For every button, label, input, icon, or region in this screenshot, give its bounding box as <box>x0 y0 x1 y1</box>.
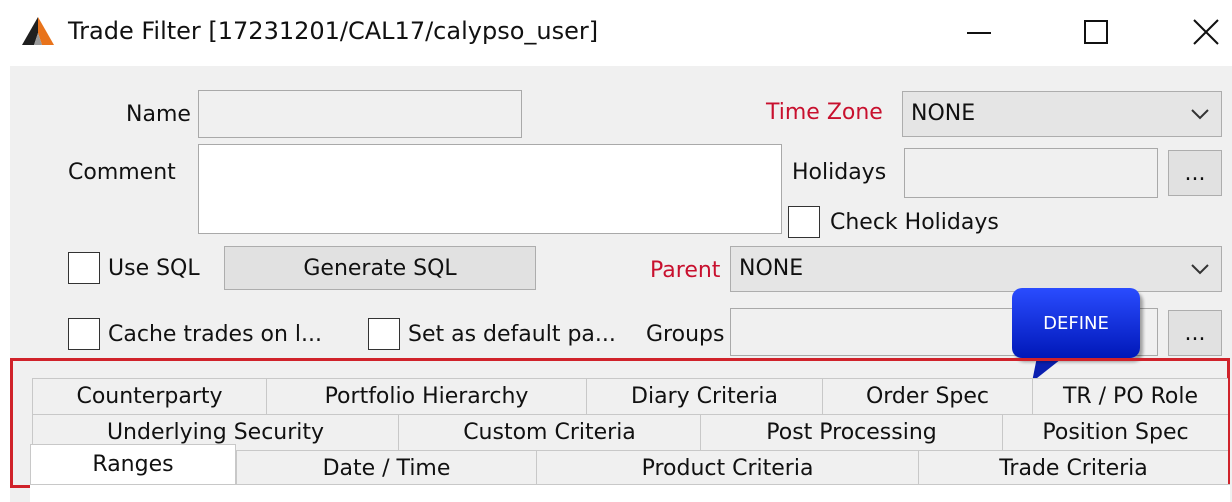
tab-portfolio-hierarchy[interactable]: Portfolio Hierarchy <box>266 378 586 414</box>
window-title: Trade Filter [17231201/CAL17/calypso_use… <box>68 17 599 45</box>
tab-ranges[interactable]: Ranges <box>30 444 236 484</box>
comment-textarea[interactable] <box>198 144 782 234</box>
use-sql-label: Use SQL <box>108 256 200 281</box>
holidays-browse-button[interactable]: ... <box>1168 150 1222 196</box>
groups-label: Groups <box>646 322 725 347</box>
cache-trades-label: Cache trades on l... <box>108 322 323 347</box>
holidays-label: Holidays <box>792 160 887 185</box>
close-button[interactable] <box>1180 8 1232 56</box>
parent-value: NONE <box>739 256 804 281</box>
minimize-icon <box>967 32 991 34</box>
define-callout: DEFINE <box>1012 288 1140 358</box>
maximize-icon <box>1084 20 1108 44</box>
tab-date-time[interactable]: Date / Time <box>236 450 536 486</box>
parent-label: Parent <box>650 258 721 283</box>
name-label: Name <box>126 102 191 127</box>
use-sql-checkbox[interactable] <box>68 252 100 284</box>
tab-trade-criteria[interactable]: Trade Criteria <box>918 450 1228 486</box>
comment-label: Comment <box>68 160 176 185</box>
tab-position-spec[interactable]: Position Spec <box>1002 414 1228 450</box>
generate-sql-button[interactable]: Generate SQL <box>224 246 536 290</box>
tab-post-processing[interactable]: Post Processing <box>700 414 1002 450</box>
set-default-label: Set as default pa... <box>408 322 616 347</box>
cache-trades-checkbox[interactable] <box>68 318 100 350</box>
check-holidays-checkbox[interactable] <box>788 206 820 238</box>
tab-content-pane <box>30 484 1230 502</box>
tab-counterparty[interactable]: Counterparty <box>32 378 266 414</box>
calypso-logo-icon <box>22 17 54 45</box>
minimize-button[interactable] <box>953 8 1005 56</box>
tab-diary-criteria[interactable]: Diary Criteria <box>586 378 822 414</box>
time-zone-label: Time Zone <box>766 100 883 125</box>
chevron-down-icon <box>1191 247 1209 291</box>
check-holidays-label: Check Holidays <box>830 210 999 235</box>
parent-select[interactable]: NONE <box>730 246 1222 292</box>
tab-tr-po-role[interactable]: TR / PO Role <box>1032 378 1228 414</box>
close-icon <box>1193 19 1219 45</box>
tab-custom-criteria[interactable]: Custom Criteria <box>398 414 700 450</box>
tab-order-spec[interactable]: Order Spec <box>822 378 1032 414</box>
title-bar: Trade Filter [17231201/CAL17/calypso_use… <box>0 0 1232 66</box>
chevron-down-icon <box>1191 92 1209 136</box>
maximize-button[interactable] <box>1070 8 1122 56</box>
time-zone-value: NONE <box>911 101 976 126</box>
tab-product-criteria[interactable]: Product Criteria <box>536 450 918 486</box>
holidays-input[interactable] <box>904 148 1158 198</box>
time-zone-select[interactable]: NONE <box>902 91 1222 137</box>
groups-browse-button[interactable]: ... <box>1168 310 1222 356</box>
name-input[interactable] <box>198 90 522 138</box>
set-default-checkbox[interactable] <box>368 318 400 350</box>
